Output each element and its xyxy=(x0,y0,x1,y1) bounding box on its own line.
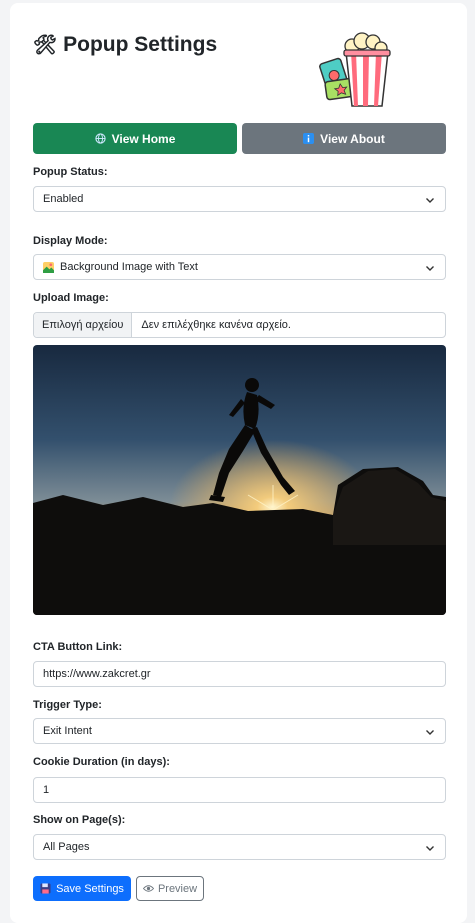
cookie-input[interactable]: 1 xyxy=(33,777,446,803)
view-home-label: View Home xyxy=(111,131,176,146)
status-label: Popup Status: xyxy=(33,166,108,178)
view-home-button[interactable]: View Home xyxy=(33,123,237,154)
mode-value: Background Image with Text xyxy=(60,261,198,273)
save-settings-label: Save Settings xyxy=(56,882,124,895)
floppy-disk-icon xyxy=(40,883,51,894)
file-status-text: Δεν επιλέχθηκε κανένα αρχείο. xyxy=(141,319,291,331)
mode-select[interactable]: Background Image with Text xyxy=(33,254,446,280)
eye-icon xyxy=(142,885,154,892)
view-about-button[interactable]: View About xyxy=(242,123,446,154)
upload-label: Upload Image: xyxy=(33,292,109,304)
cta-label: CTA Button Link: xyxy=(33,641,123,653)
status-value: Enabled xyxy=(43,193,84,205)
info-icon xyxy=(303,133,315,144)
preview-label: Preview xyxy=(157,882,198,895)
uploaded-image-preview xyxy=(33,345,446,615)
save-settings-button[interactable]: Save Settings xyxy=(33,876,131,901)
nav-buttons: View Home View About xyxy=(33,123,446,154)
globe-icon xyxy=(94,133,106,144)
choose-file-button[interactable]: Επιλογή αρχείου xyxy=(34,313,133,337)
cta-value: https://www.zakcret.gr xyxy=(43,668,151,680)
trigger-select[interactable]: Exit Intent xyxy=(33,718,446,744)
chevron-down-icon xyxy=(426,266,434,271)
chevron-down-icon xyxy=(426,730,434,735)
trigger-label: Trigger Type: xyxy=(33,699,102,711)
preview-button[interactable]: Preview xyxy=(136,876,204,901)
pages-value: All Pages xyxy=(43,841,90,853)
chevron-down-icon xyxy=(426,198,434,203)
page-title: 🛠 Popup Settings xyxy=(33,33,217,57)
cookie-label: Cookie Duration (in days): xyxy=(33,756,170,768)
popcorn-icon xyxy=(319,32,391,107)
cookie-value: 1 xyxy=(43,784,50,796)
status-select[interactable]: Enabled xyxy=(33,186,446,212)
pages-label: Show on Page(s): xyxy=(33,814,126,826)
file-input[interactable]: Επιλογή αρχείου Δεν επιλέχθηκε κανένα αρ… xyxy=(33,312,446,338)
view-about-label: View About xyxy=(320,131,385,146)
image-icon xyxy=(43,261,54,273)
chevron-down-icon xyxy=(426,846,434,851)
pages-select[interactable]: All Pages xyxy=(33,834,446,860)
mode-label: Display Mode: xyxy=(33,235,108,247)
trigger-value: Exit Intent xyxy=(43,725,92,737)
cta-input[interactable]: https://www.zakcret.gr xyxy=(33,661,446,687)
page-title-text: Popup Settings xyxy=(63,33,218,56)
tools-icon: 🛠 xyxy=(33,35,58,56)
